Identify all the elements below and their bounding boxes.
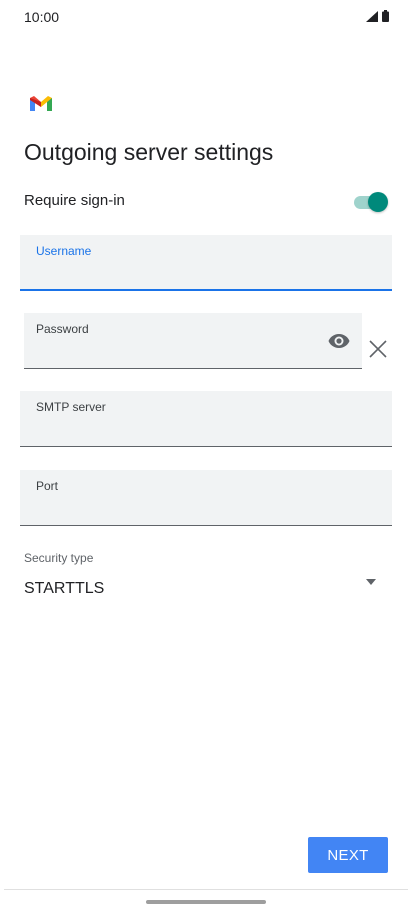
password-label: Password <box>36 322 89 336</box>
password-field[interactable]: Password <box>24 313 362 369</box>
dropdown-arrow-icon <box>366 579 376 585</box>
smtp-server-label: SMTP server <box>36 400 106 414</box>
bottom-divider <box>4 889 408 890</box>
status-bar: 10:00 <box>0 0 412 32</box>
port-label: Port <box>36 479 59 493</box>
port-field[interactable]: Port <box>20 470 392 526</box>
smtp-server-input[interactable] <box>36 419 376 439</box>
next-button[interactable]: NEXT <box>308 837 388 873</box>
close-icon[interactable] <box>369 340 387 358</box>
security-type-value: STARTTLS <box>24 580 105 597</box>
require-signin-row: Require sign-in <box>24 190 388 214</box>
battery-icon <box>382 10 389 22</box>
require-signin-toggle[interactable] <box>354 192 388 212</box>
page-title: Outgoing server settings <box>24 139 274 165</box>
password-input[interactable] <box>36 341 314 361</box>
smtp-server-field[interactable]: SMTP server <box>20 391 392 447</box>
username-input[interactable] <box>36 263 376 283</box>
toggle-thumb <box>368 192 388 212</box>
username-field[interactable]: Username <box>20 235 392 291</box>
home-indicator[interactable] <box>146 900 266 904</box>
security-type-label: Security type <box>24 551 94 565</box>
security-type-dropdown[interactable]: STARTTLS <box>24 576 384 604</box>
eye-icon[interactable] <box>328 333 350 349</box>
status-time: 10:00 <box>24 9 60 25</box>
username-label: Username <box>36 244 92 258</box>
require-signin-label: Require sign-in <box>24 192 125 209</box>
port-input[interactable] <box>36 498 376 518</box>
gmail-logo <box>30 96 52 111</box>
signal-icon <box>366 11 378 22</box>
